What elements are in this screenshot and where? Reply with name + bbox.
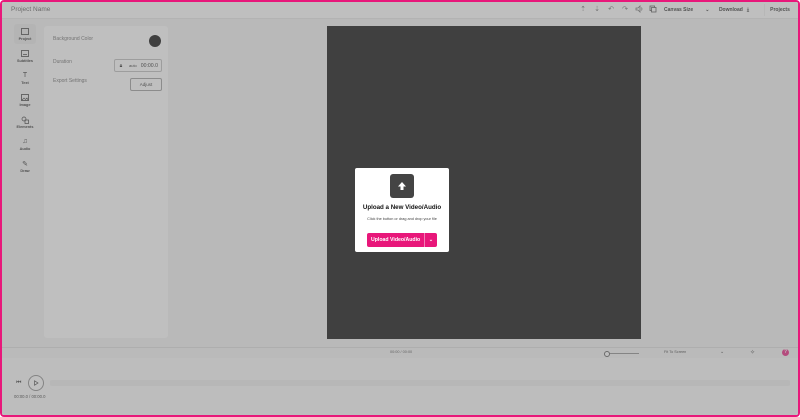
app-window: Project Name ⇡ ⇣ ↶ ↷ Canvas Size ⌄ Downl…: [0, 0, 800, 417]
upload-button-label: Upload Video/Audio: [371, 237, 421, 243]
upload-video-audio-button[interactable]: Upload Video/Audio ⌄: [367, 233, 437, 247]
modal-title: Upload a New Video/Audio: [362, 204, 442, 211]
upload-modal: Upload a New Video/Audio Click the butto…: [355, 168, 449, 252]
chevron-down-icon[interactable]: ⌄: [424, 233, 437, 247]
upload-arrow-icon: [390, 174, 414, 198]
modal-subtitle: Click the button or drag and drop your f…: [367, 217, 437, 221]
